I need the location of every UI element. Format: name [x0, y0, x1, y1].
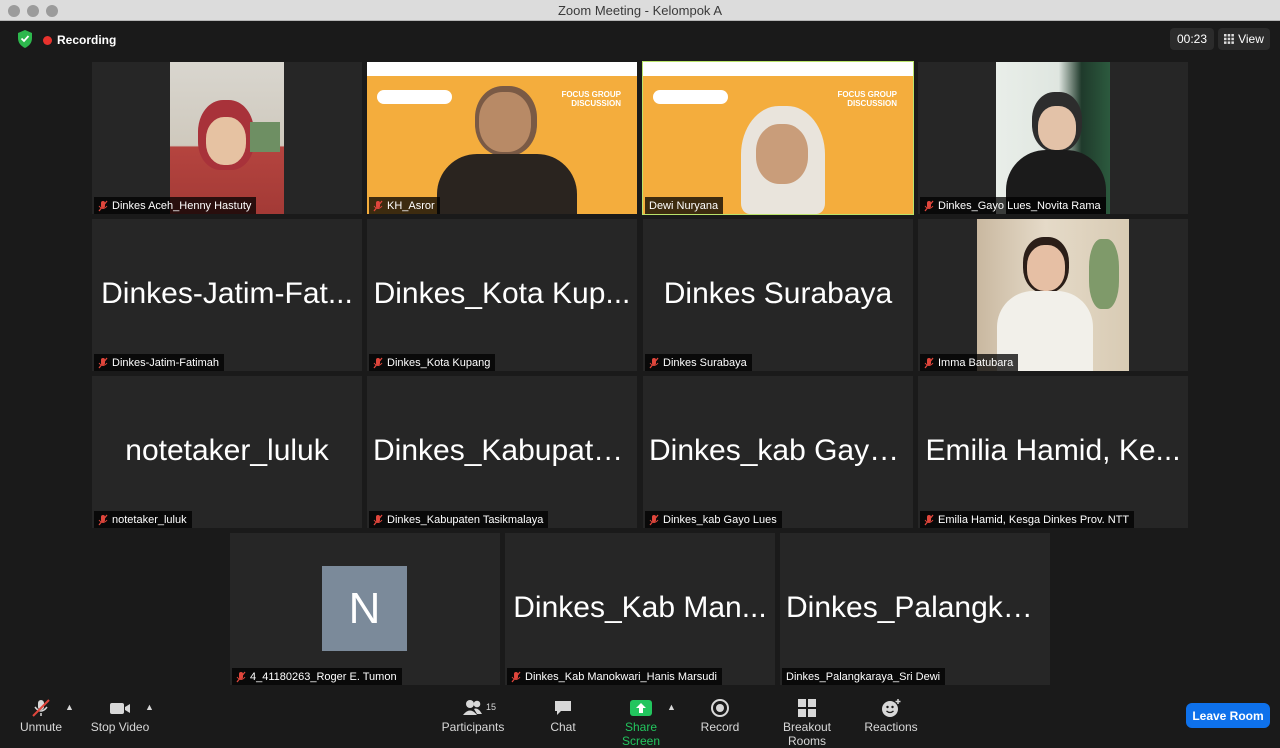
muted-mic-icon [236, 671, 246, 682]
participant-display-name: Dinkes-Jatim-Fat... [101, 277, 353, 310]
grid-icon [1224, 34, 1234, 44]
muted-mic-icon [924, 357, 934, 368]
participant-display-name: Dinkes_Kabupate... [373, 434, 635, 467]
video-camera-icon [110, 703, 130, 714]
participant-name-label: Dinkes_Palangkaraya_Sri Dewi [782, 668, 946, 685]
muted-mic-icon [924, 200, 934, 211]
reactions-smiley-icon [882, 699, 901, 717]
participant-name-label: Dinkes Surabaya [645, 354, 752, 371]
breakout-rooms-button[interactable]: Breakout Rooms [763, 698, 851, 748]
video-tile[interactable]: N 4_41180263_Roger E. Tumon [230, 533, 500, 685]
recording-label: Recording [57, 33, 117, 47]
recording-indicator[interactable]: Recording [43, 31, 116, 49]
participant-name-label: Dinkes-Jatim-Fatimah [94, 354, 224, 371]
participants-count: 15 [486, 702, 497, 712]
share-options-chevron-icon[interactable]: ▲ [667, 702, 676, 712]
participant-name-label: Imma Batubara [920, 354, 1019, 371]
video-tile[interactable]: Dinkes Surabaya Dinkes Surabaya [643, 219, 913, 371]
participant-video: FOCUS GROUP DISCUSSION [367, 62, 637, 214]
slide-title-line2: DISCUSSION [847, 99, 897, 108]
muted-mic-icon [511, 671, 521, 682]
participant-display-name: Dinkes_kab Gayo... [649, 434, 911, 467]
muted-mic-icon [373, 514, 383, 525]
record-button[interactable]: Record [700, 698, 740, 734]
muted-mic-icon [98, 357, 108, 368]
muted-mic-icon [649, 514, 659, 525]
stop-video-button[interactable]: Stop Video [90, 698, 150, 734]
muted-mic-icon [924, 514, 934, 525]
breakout-rooms-icon [798, 699, 816, 717]
recording-dot-icon [43, 35, 52, 45]
video-tile[interactable]: Emilia Hamid, Ke... Emilia Hamid, Kesga … [918, 376, 1188, 528]
participant-name-label: Dinkes_Gayo Lues_Novita Rama [920, 197, 1106, 214]
video-tile[interactable]: Dinkes_Gayo Lues_Novita Rama [918, 62, 1188, 214]
meeting-topbar: Recording 00:23 View [0, 21, 1280, 57]
muted-mic-icon [649, 357, 659, 368]
unmute-button[interactable]: Unmute [18, 698, 64, 734]
video-tile[interactable]: Dinkes_Kab Man... Dinkes_Kab Manokwari_H… [505, 533, 775, 685]
muted-mic-icon [32, 699, 50, 717]
participant-video: FOCUS GROUP DISCUSSION [643, 62, 913, 214]
video-tile[interactable]: Dinkes_Kabupate... Dinkes_Kabupaten Tasi… [367, 376, 637, 528]
participant-video [996, 62, 1110, 214]
reactions-button[interactable]: Reactions [864, 698, 918, 734]
leave-room-button[interactable]: Leave Room [1186, 703, 1270, 728]
slide-title-line2: DISCUSSION [571, 99, 621, 108]
participant-video [977, 219, 1129, 371]
video-tile[interactable]: notetaker_luluk notetaker_luluk [92, 376, 362, 528]
participant-name-label: Dinkes_kab Gayo Lues [645, 511, 782, 528]
meeting-timer: 00:23 [1170, 28, 1214, 50]
participant-display-name: notetaker_luluk [125, 434, 329, 467]
security-shield-icon[interactable] [16, 29, 34, 49]
participant-name-label: Dinkes_Kabupaten Tasikmalaya [369, 511, 549, 528]
video-tile[interactable]: Dinkes Aceh_Henny Hastuty [92, 62, 362, 214]
avatar: N [322, 566, 407, 651]
video-tile[interactable]: Dinkes_Palangka... Dinkes_Palangkaraya_S… [780, 533, 1050, 685]
participant-video [170, 62, 284, 214]
record-icon [711, 699, 729, 717]
video-tile-active-speaker[interactable]: FOCUS GROUP DISCUSSION Dewi Nuryana [642, 61, 914, 215]
participant-display-name: Dinkes_Kab Man... [513, 591, 767, 624]
meeting-toolbar: Unmute ▲ Stop Video ▲ Participants 15 Ch… [0, 692, 1280, 748]
participant-name-label: Dewi Nuryana [645, 197, 724, 214]
participant-name-label: notetaker_luluk [94, 511, 192, 528]
participant-display-name: Dinkes_Kota Kup... [373, 277, 631, 310]
chat-bubble-icon [555, 701, 571, 715]
participant-display-name: Dinkes_Palangka... [786, 591, 1045, 624]
muted-mic-icon [373, 200, 383, 211]
participant-display-name: Dinkes Surabaya [663, 277, 893, 310]
participant-name-label: Dinkes_Kab Manokwari_Hanis Marsudi [507, 668, 722, 685]
video-tile[interactable]: Imma Batubara [918, 219, 1188, 371]
share-screen-arrow-icon [630, 700, 652, 716]
video-tile[interactable]: Dinkes_Kota Kup... Dinkes_Kota Kupang [367, 219, 637, 371]
participant-name-label: KH_Asror [369, 197, 440, 214]
slide-title-line1: FOCUS GROUP [561, 90, 621, 99]
muted-mic-icon [98, 514, 108, 525]
participants-button[interactable]: Participants [440, 698, 506, 734]
audio-options-chevron-icon[interactable]: ▲ [65, 702, 74, 712]
window-title: Zoom Meeting - Kelompok A [557, 3, 723, 18]
participant-name-label: Dinkes_Kota Kupang [369, 354, 496, 371]
muted-mic-icon [373, 357, 383, 368]
slide-title-line1: FOCUS GROUP [837, 90, 897, 99]
video-tile[interactable]: FOCUS GROUP DISCUSSION KH_Asror [367, 62, 637, 214]
view-label: View [1238, 32, 1264, 46]
window-titlebar: Zoom Meeting - Kelompok A [0, 0, 1280, 21]
view-button[interactable]: View [1218, 28, 1270, 50]
muted-mic-icon [98, 200, 108, 211]
video-options-chevron-icon[interactable]: ▲ [145, 702, 154, 712]
participant-name-label: Emilia Hamid, Kesga Dinkes Prov. NTT [920, 511, 1135, 528]
participant-name-label: Dinkes Aceh_Henny Hastuty [94, 197, 257, 214]
video-tile[interactable]: Dinkes-Jatim-Fat... Dinkes-Jatim-Fatimah [92, 219, 362, 371]
participants-icon [463, 700, 482, 715]
video-tile[interactable]: Dinkes_kab Gayo... Dinkes_kab Gayo Lues [643, 376, 913, 528]
participant-display-name: Emilia Hamid, Ke... [925, 434, 1181, 467]
chat-button[interactable]: Chat [545, 698, 581, 734]
participant-name-label: 4_41180263_Roger E. Tumon [232, 668, 402, 685]
